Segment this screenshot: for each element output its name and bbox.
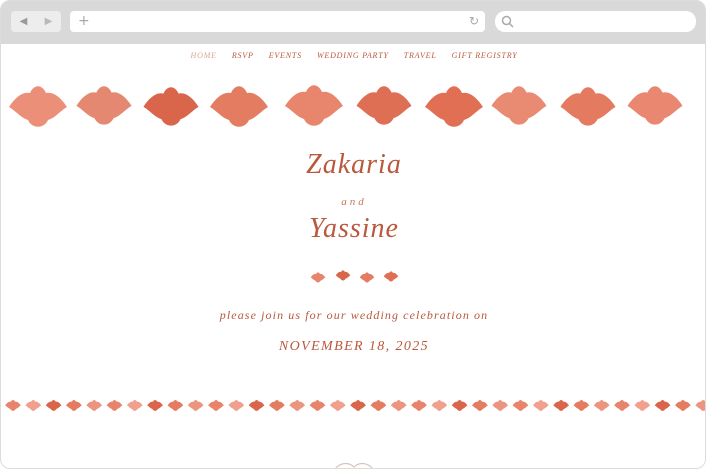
garland-bottom-motif: [228, 399, 245, 411]
garland-bottom-motif: [411, 399, 427, 411]
browser-search-input[interactable]: [495, 11, 696, 32]
garland-bottom-motif: [208, 399, 224, 411]
garland-bottom-motif: [370, 399, 387, 411]
plus-icon[interactable]: +: [78, 13, 90, 29]
garland-bottom-motif: [147, 399, 163, 411]
forward-arrow-icon[interactable]: ▶: [36, 11, 61, 32]
small-motif: [335, 270, 351, 281]
floral-garland-top: [9, 85, 683, 127]
garland-motif: [143, 87, 199, 126]
garland-bottom-motif: [25, 399, 42, 411]
nav-item-events[interactable]: EVENTS: [269, 51, 302, 60]
small-motif-cluster: [310, 270, 399, 283]
garland-bottom-motif: [431, 399, 448, 411]
garland-bottom-motif: [45, 399, 62, 411]
reload-icon[interactable]: ↻: [469, 14, 479, 28]
garland-bottom-motif: [329, 399, 346, 411]
garland-bottom-motif: [654, 399, 671, 411]
garland-motif: [285, 85, 343, 126]
browser-toolbar: ◀ ▶ + ↻: [1, 1, 705, 44]
garland-motif: [210, 86, 268, 127]
partner-name-one: Zakaria: [306, 149, 402, 180]
garland-bottom-motif: [573, 399, 590, 411]
garland-motif: [425, 86, 483, 127]
garland-bottom-motif: [5, 399, 21, 411]
garland-bottom-motif: [492, 399, 509, 411]
garland-motif: [627, 86, 683, 125]
garland-bottom-motif: [675, 399, 691, 411]
partner-name-two: Yassine: [308, 213, 399, 244]
bottom-ornament-icon: [335, 462, 373, 468]
garland-motif: [560, 87, 616, 126]
garland-bottom-motif: [289, 399, 306, 411]
garland-bottom-motif: [614, 399, 630, 411]
garland-bottom-motif: [390, 399, 407, 411]
nav-item-gift-registry[interactable]: GIFT REGISTRY: [452, 51, 518, 60]
garland-bottom-motif: [187, 399, 204, 411]
garland-motif: [76, 86, 132, 125]
invitation-line: please join us for our wedding celebrati…: [219, 308, 489, 322]
small-motif: [359, 272, 375, 283]
garland-bottom-motif: [634, 399, 651, 411]
small-motif: [383, 271, 399, 282]
garland-bottom-motif: [66, 399, 82, 411]
back-arrow-icon[interactable]: ◀: [11, 11, 36, 32]
floral-garland-bottom: [5, 399, 705, 411]
garland-bottom-motif: [472, 399, 488, 411]
garland-bottom-motif: [695, 399, 705, 411]
site-nav: HOME RSVP EVENTS WEDDING PARTY TRAVEL GI…: [1, 51, 705, 60]
garland-bottom-motif: [532, 399, 549, 411]
garland-bottom-motif: [350, 399, 366, 411]
garland-bottom-motif: [553, 399, 569, 411]
garland-motif: [491, 86, 547, 125]
garland-bottom-motif: [106, 399, 123, 411]
garland-bottom-motif: [451, 399, 468, 411]
garland-bottom-motif: [86, 399, 103, 411]
nav-item-wedding-party[interactable]: WEDDING PARTY: [317, 51, 389, 60]
and-separator: and: [341, 196, 367, 208]
garland-motif: [356, 86, 412, 125]
search-icon: [501, 15, 514, 28]
garland-bottom-motif: [248, 399, 265, 411]
nav-item-travel[interactable]: TRAVEL: [404, 51, 437, 60]
nav-button-group: ◀ ▶: [11, 11, 61, 32]
nav-item-rsvp[interactable]: RSVP: [232, 51, 254, 60]
wedding-date: NOVEMBER 18, 2025: [278, 339, 430, 354]
address-bar[interactable]: + ↻: [70, 11, 485, 32]
garland-bottom-motif: [309, 399, 326, 411]
nav-item-home[interactable]: HOME: [191, 51, 217, 60]
garland-bottom-motif: [167, 399, 184, 411]
garland-bottom-motif: [593, 399, 610, 411]
garland-motif: [9, 86, 67, 127]
browser-window: ◀ ▶ + ↻ HOME RSVP EVENTS WEDDING PARTY T…: [0, 0, 706, 469]
garland-bottom-motif: [269, 399, 285, 411]
small-motif: [310, 272, 326, 283]
garland-bottom-motif: [512, 399, 529, 411]
garland-bottom-motif: [126, 399, 143, 411]
